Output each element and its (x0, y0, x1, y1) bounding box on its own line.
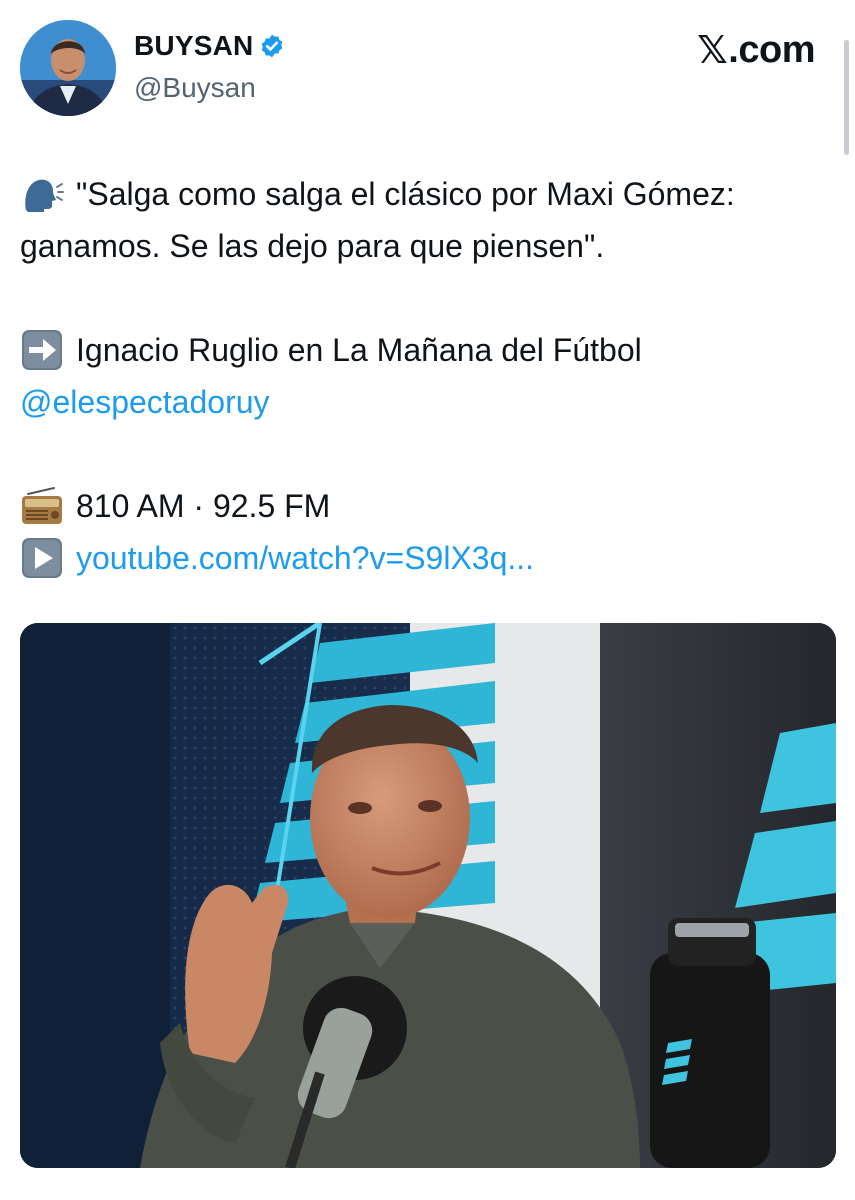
quote-text-1: "Salga como salga el clásico por Maxi Gó… (76, 176, 735, 212)
youtube-link[interactable]: youtube.com/watch?v=S9lX3q... (76, 532, 534, 584)
mention-link[interactable]: @elespectadoruy (20, 376, 270, 428)
site-domain: .com (728, 28, 815, 71)
play-button-icon (20, 536, 64, 580)
radio-line: 810 AM · 92.5 FM (20, 480, 840, 532)
profile-avatar[interactable] (20, 20, 116, 116)
right-arrow-icon (20, 328, 64, 372)
site-watermark: 𝕏 .com (697, 28, 815, 72)
youtube-line: youtube.com/watch?v=S9lX3q... (20, 532, 840, 584)
radio-icon (20, 484, 64, 528)
verified-badge-icon (259, 33, 285, 59)
tweet-text: "Salga como salga el clásico por Maxi Gó… (20, 168, 840, 584)
quote-text-2: ganamos. Se las dejo para que piensen". (20, 228, 605, 264)
quote-line-1: "Salga como salga el clásico por Maxi Gó… (20, 168, 840, 220)
quote-line-2: ganamos. Se las dejo para que piensen". (20, 220, 840, 272)
author-name-row[interactable]: BUYSAN (134, 30, 285, 62)
tweet-photo[interactable] (20, 623, 836, 1168)
attribution-text: Ignacio Ruglio en La Mañana del Fútbol (76, 332, 642, 368)
x-logo-icon: 𝕏 (697, 28, 728, 72)
speaking-head-icon (20, 172, 64, 216)
mention-line: @elespectadoruy (20, 376, 840, 428)
attribution-line: Ignacio Ruglio en La Mañana del Fútbol (20, 324, 840, 376)
tweet-header: BUYSAN @Buysan 𝕏 .com (20, 20, 815, 116)
radio-frequencies: 810 AM · 92.5 FM (76, 488, 331, 524)
author-display-name[interactable]: BUYSAN (134, 30, 253, 62)
scrollbar[interactable] (844, 40, 849, 155)
author-handle[interactable]: @Buysan (134, 72, 256, 104)
